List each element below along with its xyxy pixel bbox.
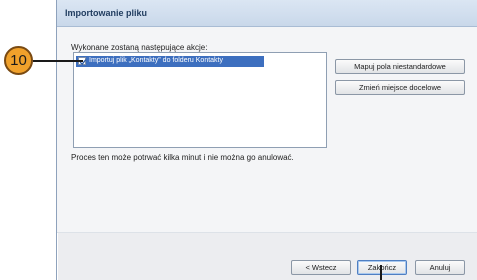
info-text: Proces ten może potrwać kilka minut i ni… [71, 153, 294, 162]
back-button[interactable]: < Wstecz [291, 260, 351, 275]
finish-pointer-line [380, 265, 382, 280]
change-destination-button[interactable]: Zmień miejsce docelowe [335, 80, 465, 95]
actions-listbox[interactable]: Importuj plik „Kontakty" do folderu Kont… [73, 52, 327, 148]
step-callout-badge: 10 [4, 46, 33, 75]
map-custom-fields-button[interactable]: Mapuj pola niestandardowe [335, 59, 465, 74]
cancel-button[interactable]: Anuluj [415, 260, 465, 275]
callout-leader-line [33, 60, 83, 62]
title-bar: Importowanie pliku [57, 0, 477, 27]
footer-divider [57, 232, 477, 233]
finish-button[interactable]: Zakończ [357, 260, 407, 275]
action-label: Importuj plik „Kontakty" do folderu Kont… [89, 57, 223, 64]
window-title: Importowanie pliku [65, 8, 148, 18]
actions-label: Wykonane zostaną następujące akcje: [71, 43, 208, 52]
list-item[interactable]: Importuj plik „Kontakty" do folderu Kont… [76, 56, 264, 67]
import-file-dialog: Importowanie pliku Wykonane zostaną nast… [56, 0, 477, 280]
